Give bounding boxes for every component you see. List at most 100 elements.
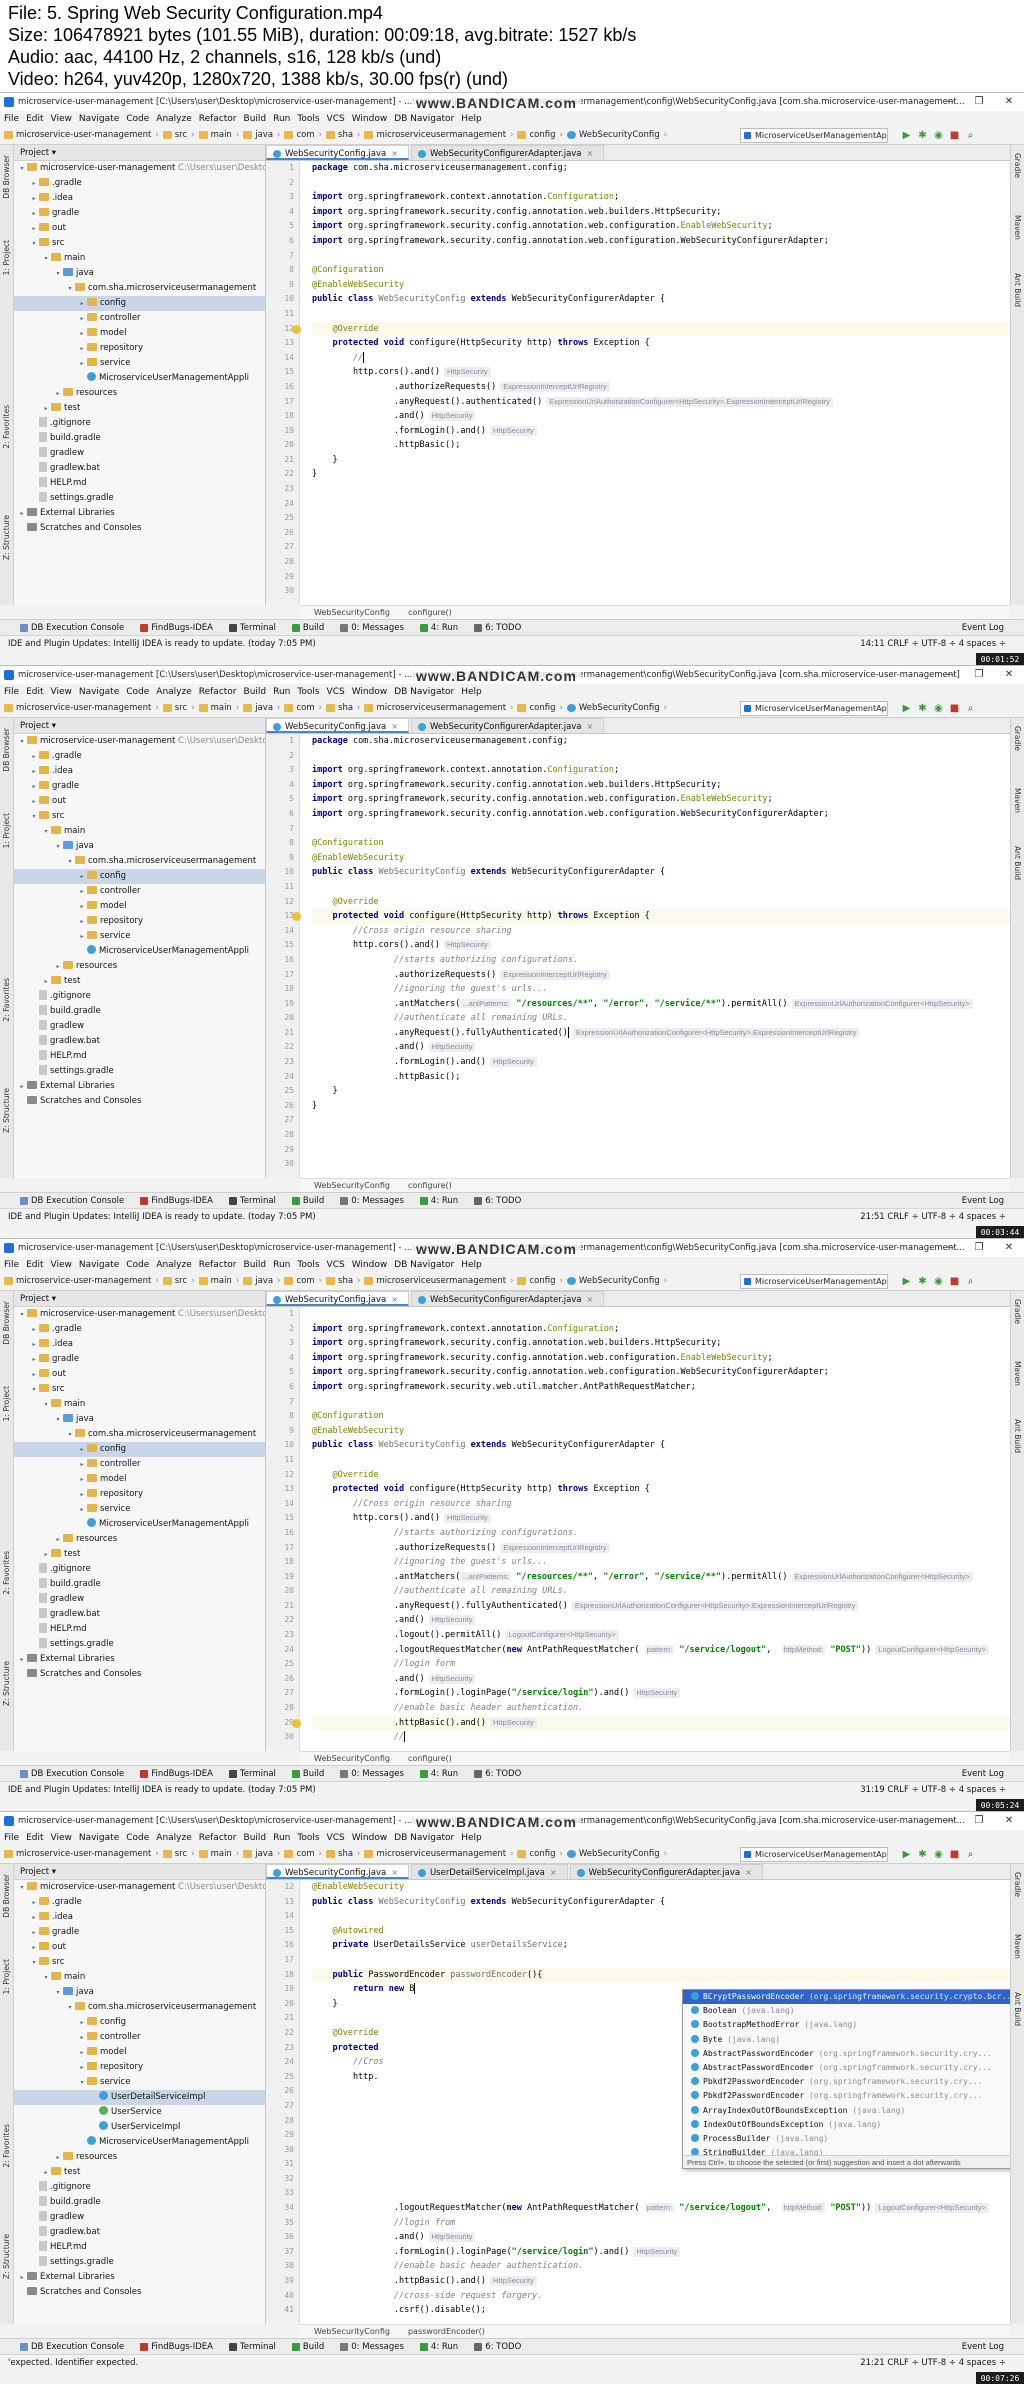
tree-node[interactable]: MicroserviceUserManagementAppli bbox=[14, 2135, 265, 2150]
side-tab[interactable]: Maven bbox=[1013, 788, 1022, 813]
debug-icon[interactable]: ✱ bbox=[916, 130, 929, 141]
minimize-icon[interactable]: — bbox=[934, 93, 964, 111]
tree-node[interactable]: ▸ External Libraries bbox=[14, 506, 265, 521]
coverage-icon[interactable]: ◉ bbox=[932, 703, 945, 714]
tree-node[interactable]: ▾ main bbox=[14, 824, 265, 839]
side-tab[interactable]: DB Browser bbox=[2, 728, 11, 772]
tree-node[interactable]: ▸ model bbox=[14, 326, 265, 341]
editor-tab[interactable]: WebSecurityConfig.java × bbox=[266, 1291, 409, 1306]
event-log-button[interactable]: Event Log bbox=[962, 1196, 1004, 1206]
lightbulb-icon[interactable] bbox=[292, 324, 301, 334]
completion-item[interactable]: ArrayIndexOutOfBoundsException (java.lan… bbox=[683, 2104, 1010, 2118]
breadcrumb-item[interactable]: WebSecurityConfig › bbox=[566, 703, 667, 713]
menu-item[interactable]: Window bbox=[352, 114, 388, 124]
menu-item[interactable]: VCS bbox=[327, 114, 345, 124]
tree-node[interactable]: UserService bbox=[14, 2105, 265, 2120]
event-log-button[interactable]: Event Log bbox=[962, 2342, 1004, 2352]
editor-tab[interactable]: WebSecurityConfig.java × bbox=[266, 718, 409, 733]
menu-item[interactable]: View bbox=[51, 1833, 72, 1843]
breadcrumb-item[interactable]: main › bbox=[198, 1849, 239, 1859]
tree-node[interactable]: gradlew bbox=[14, 2210, 265, 2225]
tree-node[interactable]: ▸ resources bbox=[14, 1532, 265, 1547]
tree-node[interactable]: gradlew.bat bbox=[14, 461, 265, 476]
stop-icon[interactable]: ■ bbox=[948, 1276, 961, 1287]
menu-item[interactable]: Navigate bbox=[79, 1260, 119, 1270]
tree-node[interactable]: ▸ config bbox=[14, 869, 265, 884]
tree-node[interactable]: ▸ service bbox=[14, 929, 265, 944]
side-tab[interactable]: Ant Build bbox=[1013, 846, 1022, 880]
close-icon[interactable]: × bbox=[745, 1868, 752, 1877]
menu-item[interactable]: Analyze bbox=[156, 1260, 191, 1270]
code-editor[interactable]: package com.sha.microserviceusermanageme… bbox=[300, 734, 1010, 1178]
side-tab[interactable]: 1: Project bbox=[2, 1386, 11, 1421]
menu-item[interactable]: VCS bbox=[327, 1833, 345, 1843]
menu-item[interactable]: View bbox=[51, 114, 72, 124]
breadcrumb-item[interactable]: sha › bbox=[326, 1849, 360, 1859]
tool-window-button[interactable]: 0: Messages bbox=[340, 1196, 404, 1206]
menu-item[interactable]: Build bbox=[244, 1260, 267, 1270]
side-tab[interactable]: Gradle bbox=[1013, 1299, 1022, 1324]
tool-window-button[interactable]: Build bbox=[291, 1769, 324, 1779]
code-editor[interactable]: import org.springframework.context.annot… bbox=[300, 1307, 1010, 1751]
tree-node[interactable]: gradlew.bat bbox=[14, 1034, 265, 1049]
side-tab[interactable]: Z: Structure bbox=[2, 515, 11, 560]
tree-node[interactable]: ▸ controller bbox=[14, 1457, 265, 1472]
menu-item[interactable]: DB Navigator bbox=[394, 1260, 454, 1270]
tree-node[interactable]: ▸ test bbox=[14, 2165, 265, 2180]
breadcrumb-item[interactable]: microservice-user-management › bbox=[4, 703, 159, 713]
run-configuration-select[interactable]: MicroserviceUserManagementApplication bbox=[740, 1274, 888, 1289]
event-log-button[interactable]: Event Log bbox=[962, 623, 1004, 633]
tree-node[interactable]: settings.gradle bbox=[14, 1064, 265, 1079]
debug-icon[interactable]: ✱ bbox=[916, 703, 929, 714]
menu-item[interactable]: Code bbox=[126, 687, 149, 697]
editor-breadcrumb-item[interactable]: WebSecurityConfig bbox=[314, 608, 390, 617]
tool-window-button[interactable]: 4: Run bbox=[419, 623, 458, 633]
side-tab[interactable]: DB Browser bbox=[2, 155, 11, 199]
editor-tab[interactable]: WebSecurityConfig.java × bbox=[266, 145, 409, 160]
menu-item[interactable]: File bbox=[4, 114, 19, 124]
tree-node[interactable]: ▾ microservice-user-management C:\Users\u… bbox=[14, 1880, 265, 1895]
tree-node[interactable]: ▸ out bbox=[14, 1940, 265, 1955]
tree-node[interactable]: ▸ .gradle bbox=[14, 176, 265, 191]
coverage-icon[interactable]: ◉ bbox=[932, 1276, 945, 1287]
tree-node[interactable]: ▾ java bbox=[14, 839, 265, 854]
side-tab[interactable]: Gradle bbox=[1013, 726, 1022, 751]
breadcrumb-item[interactable]: config › bbox=[517, 1276, 563, 1286]
maximize-icon[interactable]: ❐ bbox=[964, 666, 994, 684]
editor-tab[interactable]: WebSecurityConfigurerAdapter.java × bbox=[410, 145, 605, 160]
tree-node[interactable]: ▾ com.sha.microserviceusermanagement bbox=[14, 854, 265, 869]
run-icon[interactable]: ▶ bbox=[900, 130, 913, 141]
completion-item[interactable]: Pbkdf2PasswordEncoder (org.springframewo… bbox=[683, 2089, 1010, 2103]
side-tab[interactable]: Z: Structure bbox=[2, 2234, 11, 2279]
tool-window-button[interactable]: 6: TODO bbox=[474, 623, 521, 633]
tree-node[interactable]: ▸ External Libraries bbox=[14, 2270, 265, 2285]
tool-window-button[interactable]: 6: TODO bbox=[474, 1196, 521, 1206]
breadcrumb-item[interactable]: sha › bbox=[326, 130, 360, 140]
breadcrumb-item[interactable]: src › bbox=[162, 1276, 195, 1286]
breadcrumb-item[interactable]: microserviceusermanagement › bbox=[364, 1849, 513, 1859]
tree-node[interactable]: ▾ service bbox=[14, 2075, 265, 2090]
tool-window-button[interactable]: 6: TODO bbox=[474, 2342, 521, 2352]
menu-item[interactable]: View bbox=[51, 1260, 72, 1270]
menu-item[interactable]: File bbox=[4, 687, 19, 697]
close-icon[interactable]: ✕ bbox=[994, 1239, 1024, 1257]
tool-window-button[interactable]: Build bbox=[291, 1196, 324, 1206]
breadcrumb-item[interactable]: com › bbox=[284, 130, 322, 140]
menu-item[interactable]: Analyze bbox=[156, 687, 191, 697]
editor-breadcrumb-item[interactable]: passwordEncoder() bbox=[408, 2327, 485, 2336]
tree-node[interactable]: ▸ model bbox=[14, 1472, 265, 1487]
tree-node[interactable]: ▾ src bbox=[14, 236, 265, 251]
side-tab[interactable]: Ant Build bbox=[1013, 1419, 1022, 1453]
menu-item[interactable]: Refactor bbox=[199, 114, 237, 124]
menu-item[interactable]: File bbox=[4, 1833, 19, 1843]
menu-item[interactable]: Build bbox=[244, 114, 267, 124]
tree-node[interactable]: ▸ service bbox=[14, 1502, 265, 1517]
tree-node[interactable]: ▸ model bbox=[14, 2045, 265, 2060]
close-icon[interactable]: × bbox=[587, 1295, 594, 1304]
search-icon[interactable]: ⌕ bbox=[964, 703, 977, 714]
tree-node[interactable]: .gitignore bbox=[14, 989, 265, 1004]
close-icon[interactable]: × bbox=[587, 722, 594, 731]
editor-tab[interactable]: WebSecurityConfigurerAdapter.java × bbox=[410, 718, 605, 733]
completion-item[interactable]: IndexOutOfBoundsException (java.lang) bbox=[683, 2118, 1010, 2132]
menu-item[interactable]: View bbox=[51, 687, 72, 697]
